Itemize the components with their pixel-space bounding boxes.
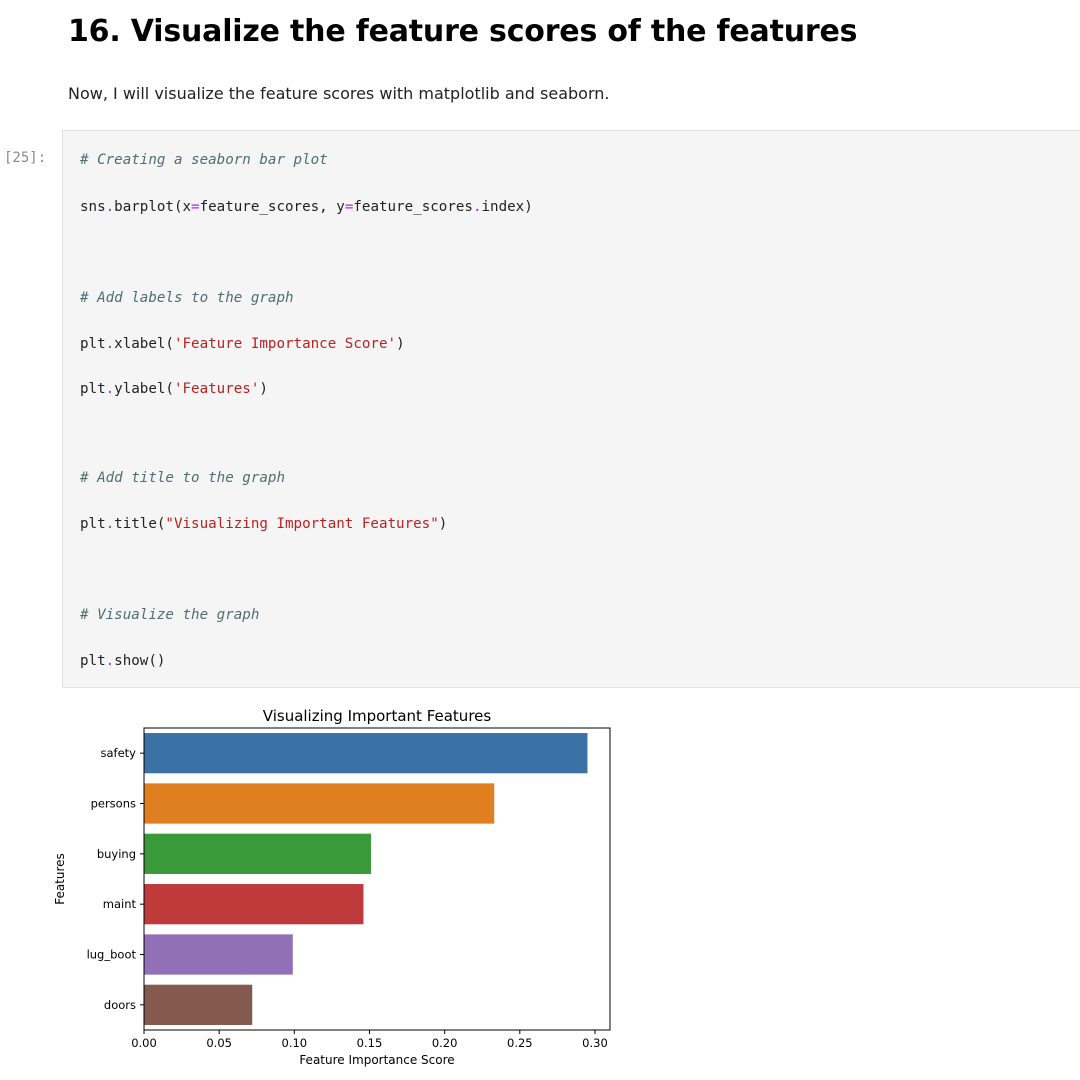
code-token: . [472,199,482,215]
code-token: 'Feature Importance Score' [173,336,397,352]
code-line: # Add labels to the graph [80,288,294,308]
code-token: index) [481,199,533,215]
code-token: show() [114,653,166,669]
y-tick-label: lug_boot [87,948,137,962]
cell-prompt: [25]: [4,150,47,166]
intro-paragraph: Now, I will visualize the feature scores… [68,84,610,103]
code-cell[interactable]: # Creating a seaborn bar plot sns.barplot… [62,130,1080,688]
code-token: plt [80,381,106,397]
code-token: "Visualizing Important Features" [165,516,439,532]
y-tick-label: safety [101,746,137,760]
code-line: # Visualize the graph [80,605,259,625]
code-token: sns [80,199,106,215]
code-token: feature_scores, y [199,199,345,215]
bar-buying [144,833,371,874]
y-tick-label: buying [97,847,136,861]
code-line: # Creating a seaborn bar plot [80,150,328,170]
code-token: # Creating a seaborn bar plot [80,152,328,168]
code-line: plt.ylabel('Features') [80,379,268,399]
code-line: # Add title to the graph [80,468,285,488]
code-token: # Add labels to the graph [80,290,294,306]
y-tick-label: doors [104,998,136,1012]
bar-maint [144,884,364,925]
section-heading: 16. Visualize the feature scores of the … [68,14,858,49]
x-tick-label: 0.05 [206,1036,232,1050]
code-line: sns.barplot(x=feature_scores, y=feature_… [80,197,533,217]
code-token: 'Features' [173,381,260,397]
x-tick-label: 0.20 [432,1036,458,1050]
code-token: xlabel( [114,336,174,352]
code-token: feature_scores [353,199,473,215]
code-token: title( [114,516,166,532]
chart-title: Visualizing Important Features [263,707,492,725]
bar-persons [144,783,495,824]
code-token: ylabel( [114,381,174,397]
x-tick-label: 0.15 [357,1036,383,1050]
x-tick-label: 0.25 [507,1036,533,1050]
code-token: plt [80,336,106,352]
x-tick-label: 0.10 [282,1036,308,1050]
code-token: . [105,653,115,669]
x-axis-label: Feature Importance Score [299,1053,454,1067]
code-line: plt.xlabel('Feature Importance Score') [80,334,405,354]
code-token: . [105,381,115,397]
code-token: plt [80,653,106,669]
x-tick-label: 0.30 [582,1036,608,1050]
bar-doors [144,984,253,1025]
code-line: plt.title("Visualizing Important Feature… [80,514,447,534]
code-token: plt [80,516,106,532]
code-token: ) [438,516,448,532]
code-token: # Visualize the graph [80,607,260,623]
code-token: . [105,199,115,215]
code-line: plt.show() [80,651,165,671]
code-token: = [191,199,200,215]
notebook-page: 16. Visualize the feature scores of the … [0,0,1080,1080]
y-tick-label: maint [103,897,137,911]
bar-chart: Visualizing Important Features safety pers… [53,707,611,1067]
code-token: ) [259,381,268,397]
code-token: ) [396,336,405,352]
y-axis-label: Features [53,853,67,905]
x-tick-label: 0.00 [131,1036,157,1050]
y-tick-label: persons [91,797,136,811]
code-token: barplot(x [114,199,192,215]
bar-safety [144,733,588,774]
bar-lug_boot [144,934,293,975]
code-token: # Add title to the graph [80,470,285,486]
code-token: . [105,336,115,352]
code-token: . [105,516,115,532]
